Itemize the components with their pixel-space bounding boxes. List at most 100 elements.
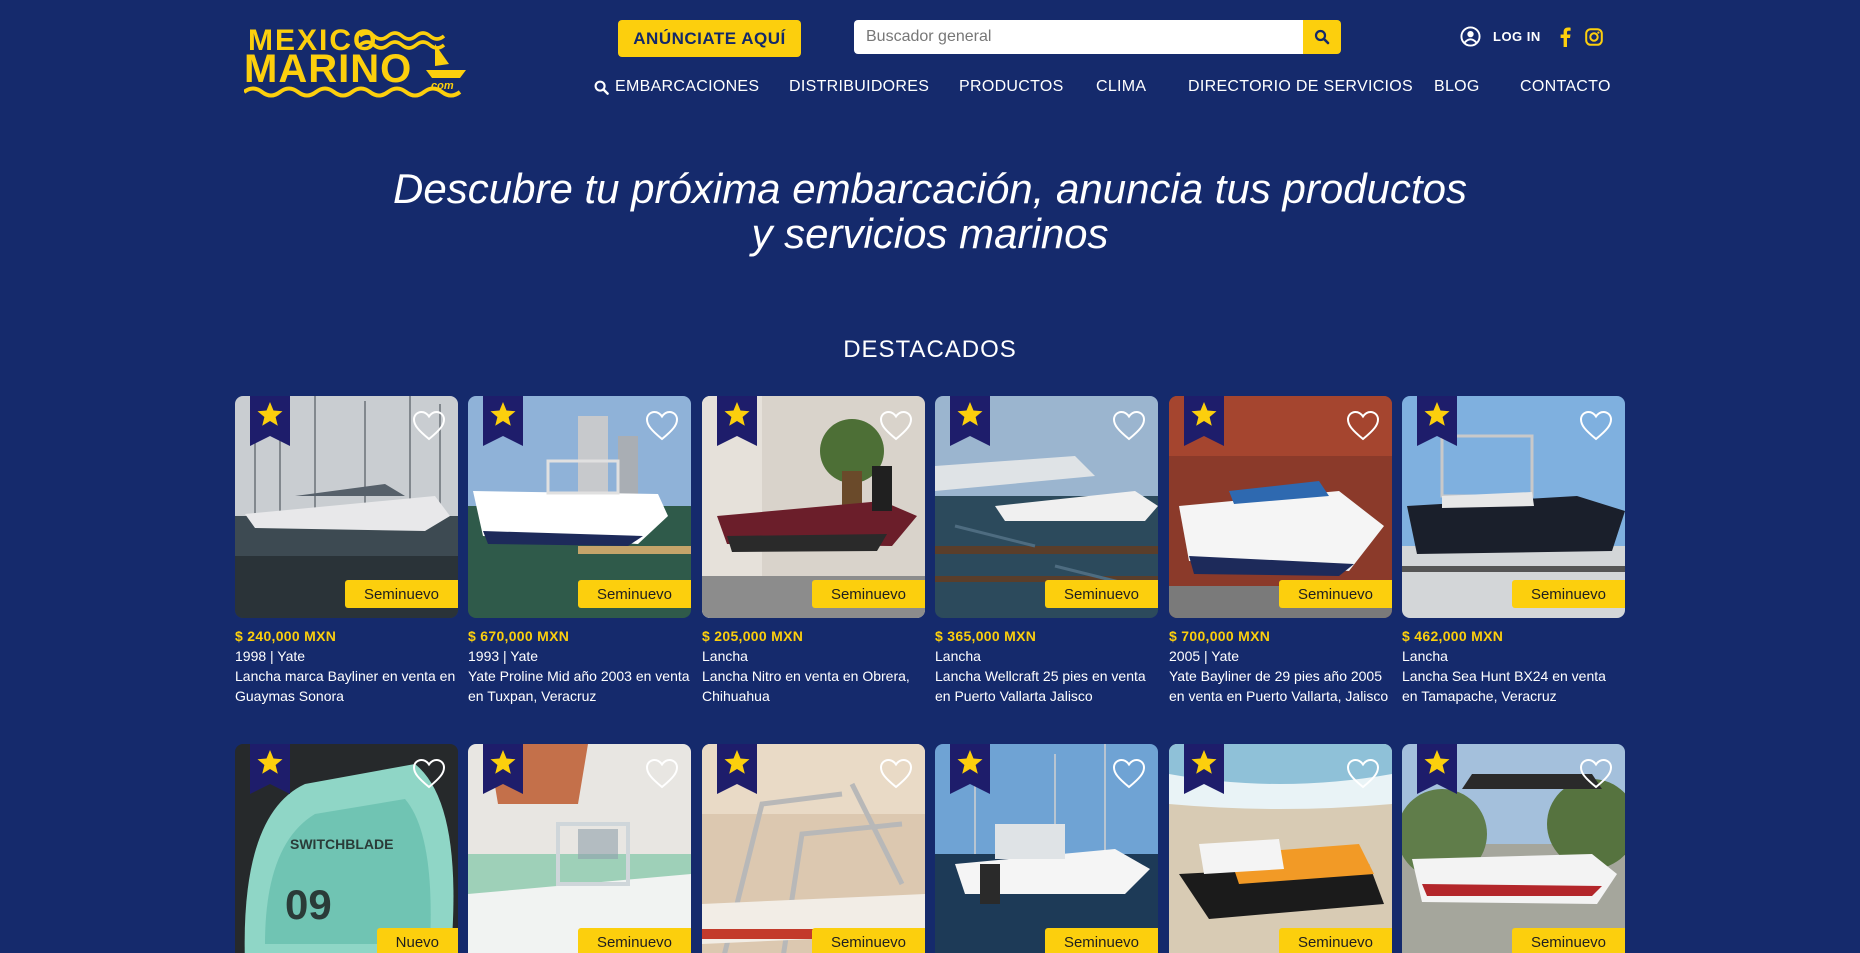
listing-card[interactable]: Seminuevo <box>935 744 1158 953</box>
condition-badge: Seminuevo <box>1044 928 1158 953</box>
favorite-heart-icon[interactable] <box>645 758 679 790</box>
condition-badge: Seminuevo <box>1278 928 1392 953</box>
listing-price: $ 462,000 MXN <box>1402 628 1504 644</box>
listing-photo[interactable]: 09 SWITCHBLADE Nuevo <box>235 744 458 953</box>
listing-card[interactable]: 09 SWITCHBLADE Nuevo <box>235 744 458 953</box>
nav-item-embarcaciones[interactable]: EMBARCACIONES <box>594 78 759 96</box>
featured-star-icon <box>250 396 290 446</box>
listing-title[interactable]: Yate Proline Mid año 2003 en venta en Tu… <box>468 666 691 706</box>
featured-star-icon <box>1417 744 1457 794</box>
listing-price: $ 205,000 MXN <box>702 628 804 644</box>
listing-meta: 1993 | Yate <box>468 648 539 664</box>
favorite-heart-icon[interactable] <box>879 410 913 442</box>
listing-title[interactable]: Yate Bayliner de 29 pies año 2005 en ven… <box>1169 666 1392 706</box>
favorite-heart-icon[interactable] <box>1346 410 1380 442</box>
listing-meta: 1998 | Yate <box>235 648 306 664</box>
nav-item-distribuidores[interactable]: DISTRIBUIDORES <box>789 78 929 96</box>
listing-photo[interactable]: Seminuevo <box>1169 744 1392 953</box>
facebook-icon[interactable] <box>1559 27 1571 47</box>
nav-item-productos[interactable]: PRODUCTOS <box>959 78 1064 96</box>
listing-card[interactable]: Seminuevo $ 205,000 MXN Lancha Lancha Nitro… <box>702 396 925 706</box>
svg-text:09: 09 <box>285 881 332 928</box>
condition-badge: Seminuevo <box>577 928 691 953</box>
listing-price: $ 700,000 MXN <box>1169 628 1271 644</box>
listing-photo[interactable]: Seminuevo <box>1402 396 1625 618</box>
favorite-heart-icon[interactable] <box>412 410 446 442</box>
featured-star-icon <box>1417 396 1457 446</box>
search-icon <box>1314 29 1330 45</box>
favorite-heart-icon[interactable] <box>1579 410 1613 442</box>
featured-star-icon <box>1184 396 1224 446</box>
advertise-button[interactable]: ANÚNCIATE AQUÍ <box>618 20 801 57</box>
condition-badge: Nuevo <box>376 928 458 953</box>
condition-badge: Seminuevo <box>1511 928 1625 953</box>
listing-photo[interactable]: Seminuevo <box>1402 744 1625 953</box>
listing-card[interactable]: Seminuevo $ 700,000 MXN 2005 | Yate Yate Ba… <box>1169 396 1392 706</box>
listing-photo[interactable]: Seminuevo <box>468 744 691 953</box>
listing-title[interactable]: Lancha Wellcraft 25 pies en venta en Pue… <box>935 666 1158 706</box>
featured-star-icon <box>250 744 290 794</box>
header-actions: LOG IN <box>1460 26 1603 47</box>
favorite-heart-icon[interactable] <box>645 410 679 442</box>
listing-photo[interactable]: Seminuevo <box>935 744 1158 953</box>
search-bar <box>854 20 1341 54</box>
search-button[interactable] <box>1303 20 1341 54</box>
hero-headline: Descubre tu próxima embarcación, anuncia… <box>0 166 1860 256</box>
listing-photo[interactable]: Seminuevo <box>468 396 691 618</box>
featured-star-icon <box>483 744 523 794</box>
favorite-heart-icon[interactable] <box>1346 758 1380 790</box>
listing-price: $ 240,000 MXN <box>235 628 337 644</box>
listing-photo[interactable]: Seminuevo <box>702 744 925 953</box>
listing-card[interactable]: Seminuevo $ 365,000 MXN Lancha Lancha Wellc… <box>935 396 1158 706</box>
section-title-destacados: DESTACADOS <box>843 336 1017 363</box>
listing-meta: Lancha <box>935 648 981 664</box>
listing-photo[interactable]: Seminuevo <box>235 396 458 618</box>
listing-meta: Lancha <box>1402 648 1448 664</box>
site-logo[interactable]: MEXICO MARINO .com <box>242 18 466 102</box>
featured-star-icon <box>483 396 523 446</box>
favorite-heart-icon[interactable] <box>1112 410 1146 442</box>
nav-item-clima[interactable]: CLIMA <box>1096 78 1146 96</box>
listing-photo[interactable]: Seminuevo <box>702 396 925 618</box>
favorite-heart-icon[interactable] <box>412 758 446 790</box>
listing-photo[interactable]: Seminuevo <box>1169 396 1392 618</box>
featured-star-icon <box>950 744 990 794</box>
login-link[interactable]: LOG IN <box>1460 26 1541 47</box>
login-label: LOG IN <box>1493 29 1541 44</box>
listing-card[interactable]: Seminuevo $ 670,000 MXN 1993 | Yate Yate Pr… <box>468 396 691 706</box>
nav-item-blog[interactable]: BLOG <box>1434 78 1480 96</box>
nav-item-contacto[interactable]: CONTACTO <box>1520 78 1611 96</box>
listing-title[interactable]: Lancha Nitro en venta en Obrera, Chihuah… <box>702 666 925 706</box>
featured-star-icon <box>1184 744 1224 794</box>
nav-item-directorio[interactable]: DIRECTORIO DE SERVICIOS <box>1188 78 1413 96</box>
listing-title[interactable]: Lancha marca Bayliner en venta en Guayma… <box>235 666 458 706</box>
svg-text:SWITCHBLADE: SWITCHBLADE <box>290 836 393 852</box>
listing-photo[interactable]: Seminuevo <box>935 396 1158 618</box>
listing-card[interactable]: Seminuevo <box>468 744 691 953</box>
condition-badge: Seminuevo <box>1511 580 1625 608</box>
listing-meta: Lancha <box>702 648 748 664</box>
listing-card[interactable]: Seminuevo $ 462,000 MXN Lancha Lancha Sea H… <box>1402 396 1625 706</box>
listing-title[interactable]: Lancha Sea Hunt BX24 en venta en Tamapac… <box>1402 666 1625 706</box>
social-links <box>1559 27 1603 47</box>
instagram-icon[interactable] <box>1584 27 1603 46</box>
favorite-heart-icon[interactable] <box>1579 758 1613 790</box>
featured-star-icon <box>717 396 757 446</box>
user-icon <box>1460 26 1481 47</box>
favorite-heart-icon[interactable] <box>1112 758 1146 790</box>
condition-badge: Seminuevo <box>811 928 925 953</box>
nav-label: EMBARCACIONES <box>615 78 760 95</box>
listing-card[interactable]: Seminuevo <box>1402 744 1625 953</box>
favorite-heart-icon[interactable] <box>879 758 913 790</box>
condition-badge: Seminuevo <box>811 580 925 608</box>
listing-card[interactable]: Seminuevo <box>1169 744 1392 953</box>
listing-price: $ 670,000 MXN <box>468 628 570 644</box>
listing-card[interactable]: Seminuevo $ 240,000 MXN 1998 | Yate Lancha … <box>235 396 458 706</box>
featured-star-icon <box>717 744 757 794</box>
listing-card[interactable]: Seminuevo <box>702 744 925 953</box>
search-input[interactable] <box>854 20 1303 54</box>
listing-price: $ 365,000 MXN <box>935 628 1037 644</box>
search-icon <box>594 80 609 95</box>
featured-star-icon <box>950 396 990 446</box>
condition-badge: Seminuevo <box>1278 580 1392 608</box>
